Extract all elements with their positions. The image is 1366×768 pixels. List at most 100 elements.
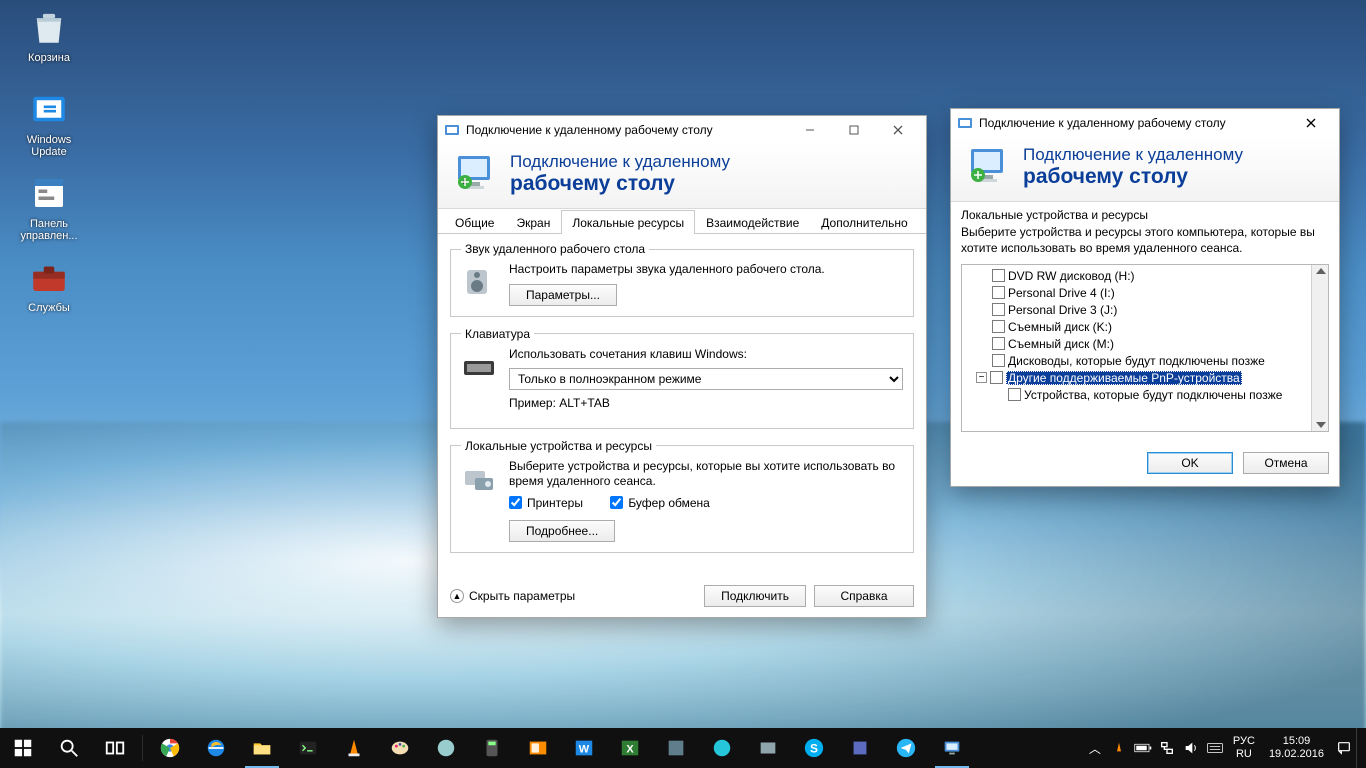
devices-section-label: Локальные устройства и ресурсы <box>951 202 1339 224</box>
taskbar-app-rdc[interactable] <box>929 728 975 768</box>
audio-desc: Настроить параметры звука удаленного раб… <box>509 262 903 278</box>
tree-item[interactable]: Personal Drive 4 (I:) <box>964 284 1310 301</box>
connect-button[interactable]: Подключить <box>704 585 806 607</box>
rdc-banner-icon <box>452 150 500 198</box>
taskbar-app-generic3[interactable] <box>699 728 745 768</box>
close-button[interactable] <box>876 116 920 144</box>
rdc-banner: Подключение к удаленному рабочему столу <box>951 137 1339 202</box>
taskbar-app-generic5[interactable] <box>837 728 883 768</box>
desktop-icon-services[interactable]: Службы <box>14 256 84 314</box>
banner-line2: рабочему столу <box>510 172 730 196</box>
devices-section-desc: Выберите устройства и ресурсы этого комп… <box>951 224 1339 264</box>
taskbar-app-generic2[interactable] <box>653 728 699 768</box>
rdc-devices-dialog: Подключение к удаленному рабочему столу … <box>950 108 1340 487</box>
tree-item[interactable]: Personal Drive 3 (J:) <box>964 301 1310 318</box>
tray-language[interactable]: РУС RU <box>1227 735 1261 760</box>
tray-clock[interactable]: 15:09 19.02.2016 <box>1261 735 1332 760</box>
tray-network-icon[interactable] <box>1155 728 1179 768</box>
desktop-icon-windows-update[interactable]: Windows Update <box>14 88 84 158</box>
window-title: Подключение к удаленному рабочему столу <box>979 116 1289 130</box>
services-toolbox-icon <box>28 256 70 298</box>
taskbar-app-generic4[interactable] <box>745 728 791 768</box>
taskbar-app-skype[interactable]: S <box>791 728 837 768</box>
search-button[interactable] <box>46 728 92 768</box>
keyboard-icon <box>461 347 497 383</box>
tray-overflow-button[interactable]: ︿ <box>1083 728 1107 768</box>
windows-update-icon <box>28 88 70 130</box>
tray-volume-icon[interactable] <box>1179 728 1203 768</box>
group-local-resources: Локальные устройства и ресурсы Выберите … <box>450 439 914 554</box>
group-keyboard-legend: Клавиатура <box>461 327 534 341</box>
chevron-up-icon: ▲ <box>450 589 464 603</box>
rdc-banner: Подключение к удаленному рабочему столу <box>438 144 926 209</box>
tray-keyboard-icon[interactable] <box>1203 728 1227 768</box>
ok-button[interactable]: OK <box>1147 452 1233 474</box>
desktop-icon-recycle-bin[interactable]: Корзина <box>14 6 84 64</box>
close-button[interactable] <box>1289 109 1333 137</box>
audio-settings-button[interactable]: Параметры... <box>509 284 617 306</box>
clipboard-checkbox[interactable]: Буфер обмена <box>610 496 710 510</box>
banner-line2: рабочему столу <box>1023 165 1243 189</box>
start-button[interactable] <box>0 728 46 768</box>
rdc-main-window: Подключение к удаленному рабочему столу … <box>437 115 927 618</box>
tab-experience[interactable]: Взаимодействие <box>695 210 810 234</box>
tab-general[interactable]: Общие <box>444 210 505 234</box>
footer: ▲ Скрыть параметры Подключить Справка <box>438 575 926 617</box>
system-tray: ︿ РУС RU 15:09 19.02.2016 <box>1083 728 1366 768</box>
tree-collapse-icon[interactable]: − <box>976 372 987 383</box>
tab-display[interactable]: Экран <box>505 210 561 234</box>
tree-item[interactable]: Дисководы, которые будут подключены позж… <box>964 352 1310 369</box>
scrollbar[interactable] <box>1311 265 1328 431</box>
control-panel-icon <box>28 172 70 214</box>
group-local-legend: Локальные устройства и ресурсы <box>461 439 656 453</box>
taskbar-app-vlc[interactable] <box>331 728 377 768</box>
taskbar-app-paint[interactable] <box>377 728 423 768</box>
help-button[interactable]: Справка <box>814 585 914 607</box>
taskbar-app-word[interactable]: W <box>561 728 607 768</box>
desktop-icon-label: Службы <box>14 302 84 314</box>
tray-vlc-icon[interactable] <box>1107 728 1131 768</box>
minimize-button[interactable] <box>788 116 832 144</box>
more-button[interactable]: Подробнее... <box>509 520 615 542</box>
taskbar-app-explorer[interactable] <box>239 728 285 768</box>
tray-battery-icon[interactable] <box>1131 728 1155 768</box>
titlebar[interactable]: Подключение к удаленному рабочему столу <box>438 116 926 144</box>
keyboard-desc: Использовать сочетания клавиш Windows: <box>509 347 903 363</box>
taskbar-app-telegram[interactable] <box>883 728 929 768</box>
group-audio: Звук удаленного рабочего стола Настроить… <box>450 242 914 317</box>
tree-item[interactable]: DVD RW дисковод (H:) <box>964 267 1310 284</box>
speaker-icon <box>461 262 497 298</box>
tree-item[interactable]: Съемный диск (M:) <box>964 335 1310 352</box>
taskbar-app-generic1[interactable] <box>423 728 469 768</box>
svg-text:X: X <box>626 744 634 756</box>
taskbar-app-calculator[interactable] <box>469 728 515 768</box>
rdc-window-icon <box>957 115 973 131</box>
svg-text:W: W <box>579 744 590 756</box>
banner-line1: Подключение к удаленному <box>510 152 730 172</box>
taskbar-app-outlook[interactable] <box>515 728 561 768</box>
maximize-button[interactable] <box>832 116 876 144</box>
hide-options-link[interactable]: ▲ Скрыть параметры <box>450 589 575 603</box>
taskbar-app-terminal[interactable] <box>285 728 331 768</box>
taskbar-app-chrome[interactable] <box>147 728 193 768</box>
desktop-icon-control-panel[interactable]: Панель управлен... <box>14 172 84 242</box>
tree-item[interactable]: Съемный диск (K:) <box>964 318 1310 335</box>
tab-advanced[interactable]: Дополнительно <box>810 210 918 234</box>
titlebar[interactable]: Подключение к удаленному рабочему столу <box>951 109 1339 137</box>
tree-item-selected[interactable]: − Другие поддерживаемые PnP-устройства <box>964 369 1310 386</box>
svg-text:S: S <box>810 742 818 756</box>
taskbar-app-excel[interactable]: X <box>607 728 653 768</box>
tab-local-resources[interactable]: Локальные ресурсы <box>561 210 695 234</box>
tree-item[interactable]: Устройства, которые будут подключены поз… <box>964 386 1310 403</box>
keyboard-combo[interactable]: Только в полноэкранном режиме <box>509 368 903 390</box>
devices-icon <box>461 459 497 495</box>
show-desktop-button[interactable] <box>1356 728 1366 768</box>
devices-tree[interactable]: DVD RW дисковод (H:) Personal Drive 4 (I… <box>961 264 1329 432</box>
cancel-button[interactable]: Отмена <box>1243 452 1329 474</box>
printers-checkbox[interactable]: Принтеры <box>509 496 583 510</box>
action-center-button[interactable] <box>1332 728 1356 768</box>
taskbar-app-ie[interactable] <box>193 728 239 768</box>
task-view-button[interactable] <box>92 728 138 768</box>
recycle-bin-icon <box>28 6 70 48</box>
desktop-icon-label: Панель управлен... <box>14 218 84 242</box>
